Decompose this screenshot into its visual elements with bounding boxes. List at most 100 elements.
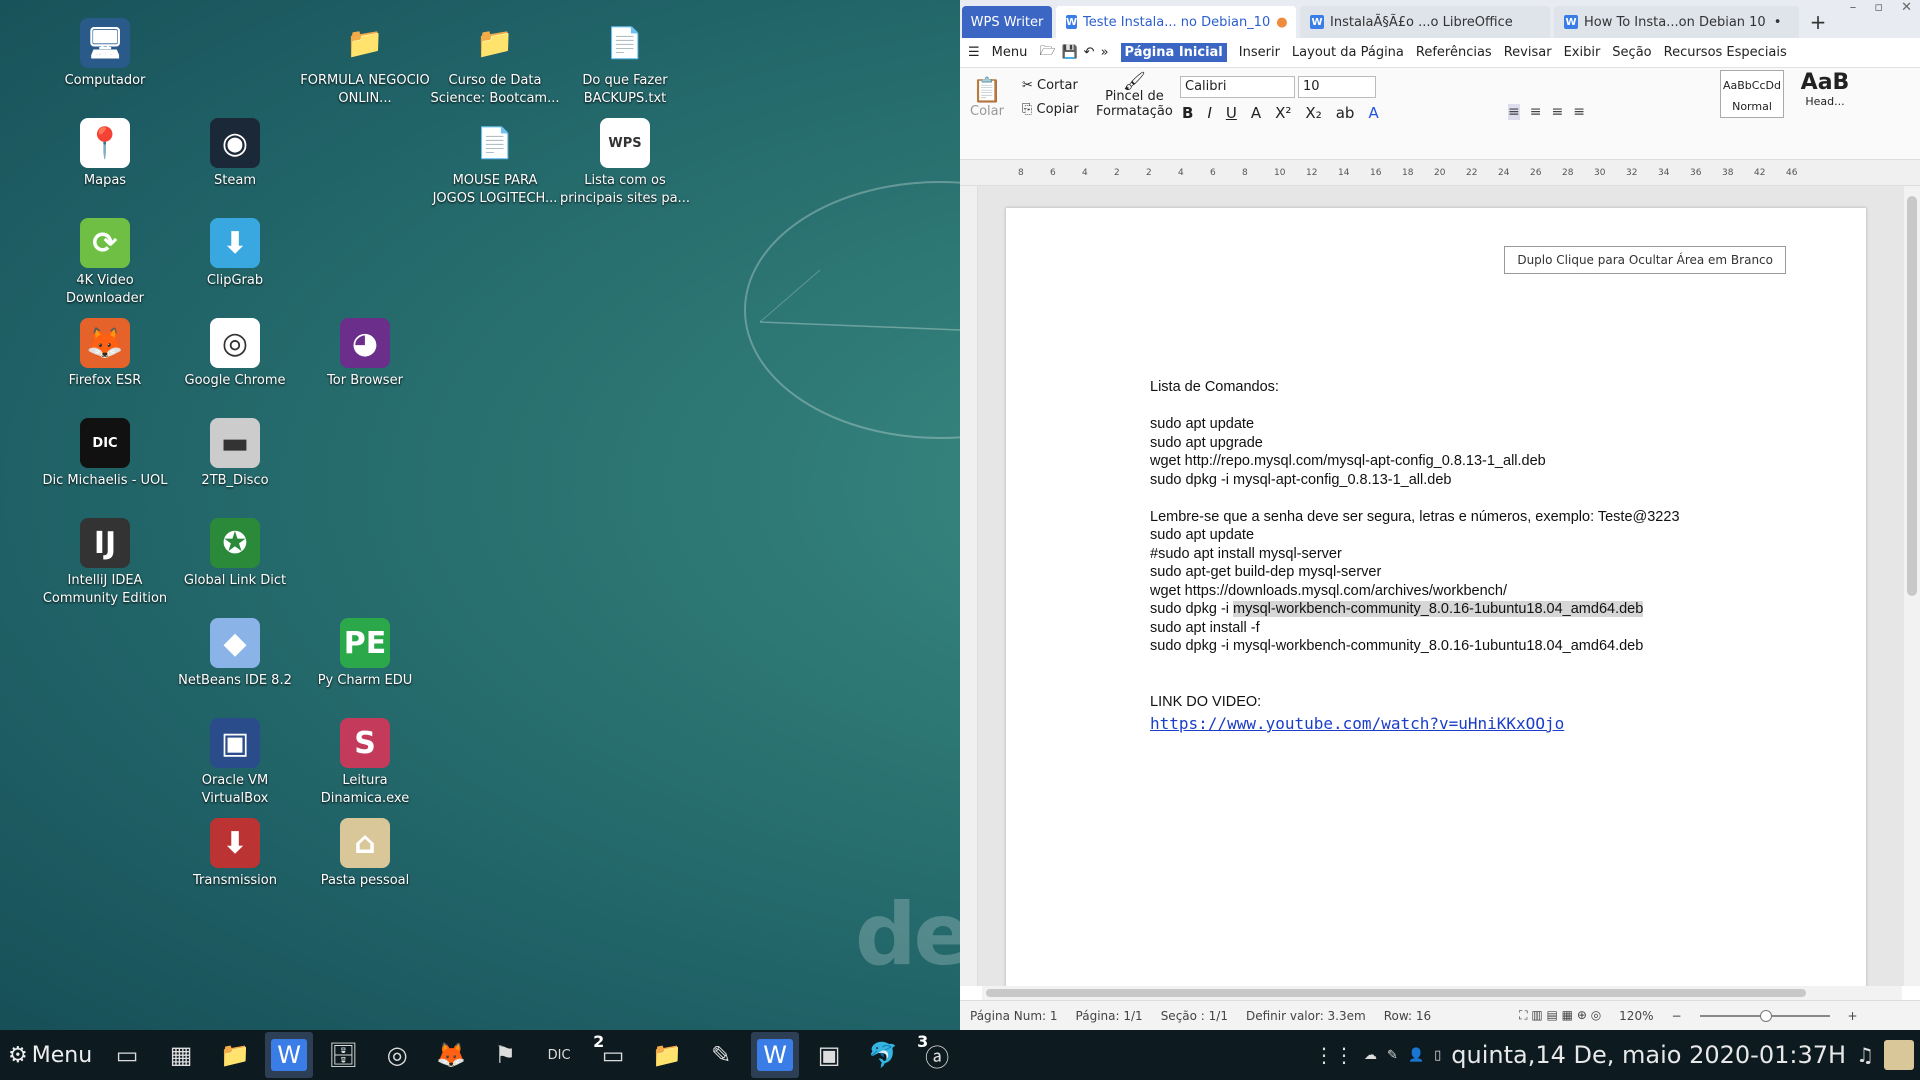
menu-icon[interactable]: ☰ <box>968 45 980 60</box>
tab-libreoffice-doc[interactable]: W InstalaÃ§Ã£o ...o LibreOffice <box>1300 6 1550 38</box>
desktop-icon[interactable]: ◆ NetBeans IDE 8.2 <box>170 618 300 690</box>
font-size-select[interactable]: 10 <box>1298 76 1376 98</box>
taskbar-app[interactable]: 🐬 <box>859 1032 907 1078</box>
italic-button[interactable]: I <box>1207 104 1211 122</box>
show-desktop-icon[interactable] <box>1884 1040 1914 1070</box>
apps-grid-icon[interactable]: ⋮⋮ <box>1314 1043 1354 1067</box>
copy-button[interactable]: ⎘ Copiar <box>1022 102 1079 117</box>
hide-whitespace-hint[interactable]: Duplo Clique para Ocultar Área em Branco <box>1504 246 1786 274</box>
tab-howto-doc[interactable]: W How To Insta...on Debian 10 • <box>1554 6 1799 38</box>
zoom-level[interactable]: 120% <box>1619 1009 1653 1023</box>
taskbar-app[interactable]: W <box>751 1032 800 1078</box>
undo-icon[interactable]: ↶ <box>1084 45 1095 60</box>
bold-button[interactable]: B <box>1182 104 1193 122</box>
clock[interactable]: quinta,14 De, maio 2020-01:37H <box>1451 1041 1846 1069</box>
style-heading[interactable]: AaB Head... <box>1790 70 1860 118</box>
cut-button[interactable]: ✂ Cortar <box>1022 78 1078 93</box>
font-select[interactable]: Calibri <box>1180 76 1295 98</box>
desktop-icon[interactable]: 📄 MOUSE PARA JOGOS LOGITECH... <box>430 118 560 208</box>
desktop-icon[interactable]: 📄 Do que Fazer BACKUPS.txt <box>560 18 690 108</box>
align-right-button[interactable]: ≡ <box>1551 104 1563 120</box>
document-text[interactable]: Lista de Comandos: sudo apt update sudo ap… <box>1150 378 1680 734</box>
maximize-icon[interactable]: ▫ <box>1874 0 1883 15</box>
taskbar-app[interactable]: W <box>265 1032 314 1078</box>
align-left-button[interactable]: ≡ <box>1508 104 1520 120</box>
screenshot-icon[interactable]: ✎ <box>1387 1048 1398 1063</box>
minimize-icon[interactable]: – <box>1850 0 1857 15</box>
strike-button[interactable]: A <box>1251 104 1261 122</box>
desktop-icon[interactable]: S Leitura Dinamica.exe <box>300 718 430 808</box>
zoom-out-button[interactable]: − <box>1671 1009 1681 1023</box>
desktop-icon[interactable]: ▬ 2TB_Disco <box>170 418 300 490</box>
format-painter-button[interactable]: 🖌 Pincel de Formatação <box>1096 73 1173 120</box>
scroll-thumb[interactable] <box>986 989 1806 997</box>
view-mode-icons[interactable]: ⛶ ▥ ▤ ▦ ⊕ ◎ <box>1519 1008 1601 1023</box>
desktop-icon[interactable]: 🖥 Computador <box>40 18 170 90</box>
video-link[interactable]: https://www.youtube.com/watch?v=uHniKKxO… <box>1150 714 1680 734</box>
taskbar-app[interactable]: ▭ <box>103 1032 151 1078</box>
zoom-in-button[interactable]: + <box>1848 1009 1858 1023</box>
selected-text[interactable]: mysql-workbench-community_8.0.16-1ubuntu… <box>1233 601 1644 617</box>
taskbar-app[interactable]: 📁 <box>211 1032 259 1078</box>
menu-revisar[interactable]: Revisar <box>1504 45 1552 60</box>
taskbar-app[interactable]: ✎ <box>697 1032 745 1078</box>
desktop-icon[interactable]: WPS Lista com os principais sites pa... <box>560 118 690 208</box>
music-icon[interactable]: ♫ <box>1856 1043 1874 1067</box>
start-menu-button[interactable]: ⚙ Menu <box>0 1030 100 1080</box>
horizontal-scrollbar[interactable] <box>982 986 1902 1000</box>
desktop-icon[interactable]: ✪ Global Link Dict <box>170 518 300 590</box>
justify-button[interactable]: ≡ <box>1573 104 1585 120</box>
taskbar-app[interactable]: ▣ <box>805 1032 853 1078</box>
desktop-icon[interactable]: IJ IntelliJ IDEA Community Edition <box>40 518 170 608</box>
taskbar-app[interactable]: DIC <box>535 1032 583 1078</box>
save-icon[interactable]: 💾 <box>1061 45 1077 60</box>
underline-button[interactable]: U <box>1226 104 1237 122</box>
desktop-icon[interactable]: 📁 FORMULA NEGOCIO ONLIN... <box>300 18 430 108</box>
desktop-icon[interactable]: ⬇ Transmission <box>170 818 300 890</box>
desktop-icon[interactable]: ⬇ ClipGrab <box>170 218 300 290</box>
taskbar-app[interactable]: ⚑ <box>481 1032 529 1078</box>
subscript-button[interactable]: X₂ <box>1305 104 1321 122</box>
taskbar-app[interactable]: 🦊 <box>427 1032 475 1078</box>
battery-icon[interactable]: ▯ <box>1434 1048 1441 1063</box>
tab-document-active[interactable]: W Teste Instala... no Debian_10 ● <box>1056 6 1296 38</box>
taskbar-app[interactable]: 📁 <box>643 1032 691 1078</box>
tab-wps-writer[interactable]: WPS Writer <box>962 6 1052 38</box>
menu-layout[interactable]: Layout da Página <box>1292 45 1404 60</box>
align-center-button[interactable]: ≡ <box>1530 104 1542 120</box>
paste-button[interactable]: 📋 Colar <box>970 76 1004 119</box>
vertical-scrollbar[interactable] <box>1904 186 1920 986</box>
desktop-icon[interactable]: ⟳ 4K Video Downloader <box>40 218 170 308</box>
close-icon[interactable]: • <box>1774 15 1782 30</box>
desktop-icon[interactable]: DIC Dic Michaelis - UOL <box>40 418 170 490</box>
superscript-button[interactable]: X² <box>1275 104 1291 122</box>
user-icon[interactable]: 👤 <box>1408 1048 1424 1063</box>
taskbar-app[interactable]: ▦ <box>157 1032 205 1078</box>
desktop-icon[interactable]: ◉ Steam <box>170 118 300 190</box>
menu-referencias[interactable]: Referências <box>1416 45 1492 60</box>
desktop-icon[interactable]: 🦊 Firefox ESR <box>40 318 170 390</box>
close-window-icon[interactable]: ✕ <box>1901 0 1912 15</box>
zoom-slider-thumb[interactable] <box>1759 1009 1772 1022</box>
style-normal[interactable]: AaBbCcDd Normal <box>1720 70 1784 118</box>
menu-recursos[interactable]: Recursos Especiais <box>1664 45 1787 60</box>
desktop-icon[interactable]: ◎ Google Chrome <box>170 318 300 390</box>
menu-pagina-inicial[interactable]: Página Inicial <box>1120 43 1227 62</box>
scroll-thumb[interactable] <box>1907 196 1917 596</box>
menu-exibir[interactable]: Exibir <box>1564 45 1601 60</box>
more-icon[interactable]: » <box>1101 45 1109 60</box>
menu-secao[interactable]: Seção <box>1612 45 1651 60</box>
taskbar-app[interactable]: ⓐ 3 <box>913 1032 961 1078</box>
taskbar-app[interactable]: 🗄 <box>319 1032 367 1078</box>
desktop-icon[interactable]: ⌂ Pasta pessoal <box>300 818 430 890</box>
desktop-icon[interactable]: ▣ Oracle VM VirtualBox <box>170 718 300 808</box>
menu-main[interactable]: Menu <box>992 45 1028 60</box>
menu-inserir[interactable]: Inserir <box>1239 45 1280 60</box>
taskbar-app[interactable]: ▭ 2 <box>589 1032 637 1078</box>
desktop-icon[interactable]: 📍 Mapas <box>40 118 170 190</box>
zoom-slider[interactable] <box>1699 1009 1830 1022</box>
taskbar-app[interactable]: ◎ <box>373 1032 421 1078</box>
desktop-icon[interactable]: PE Py Charm EDU <box>300 618 430 690</box>
font-color-button[interactable]: A <box>1368 104 1378 122</box>
desktop-icon[interactable]: 📁 Curso de Data Science: Bootcam... <box>430 18 560 108</box>
